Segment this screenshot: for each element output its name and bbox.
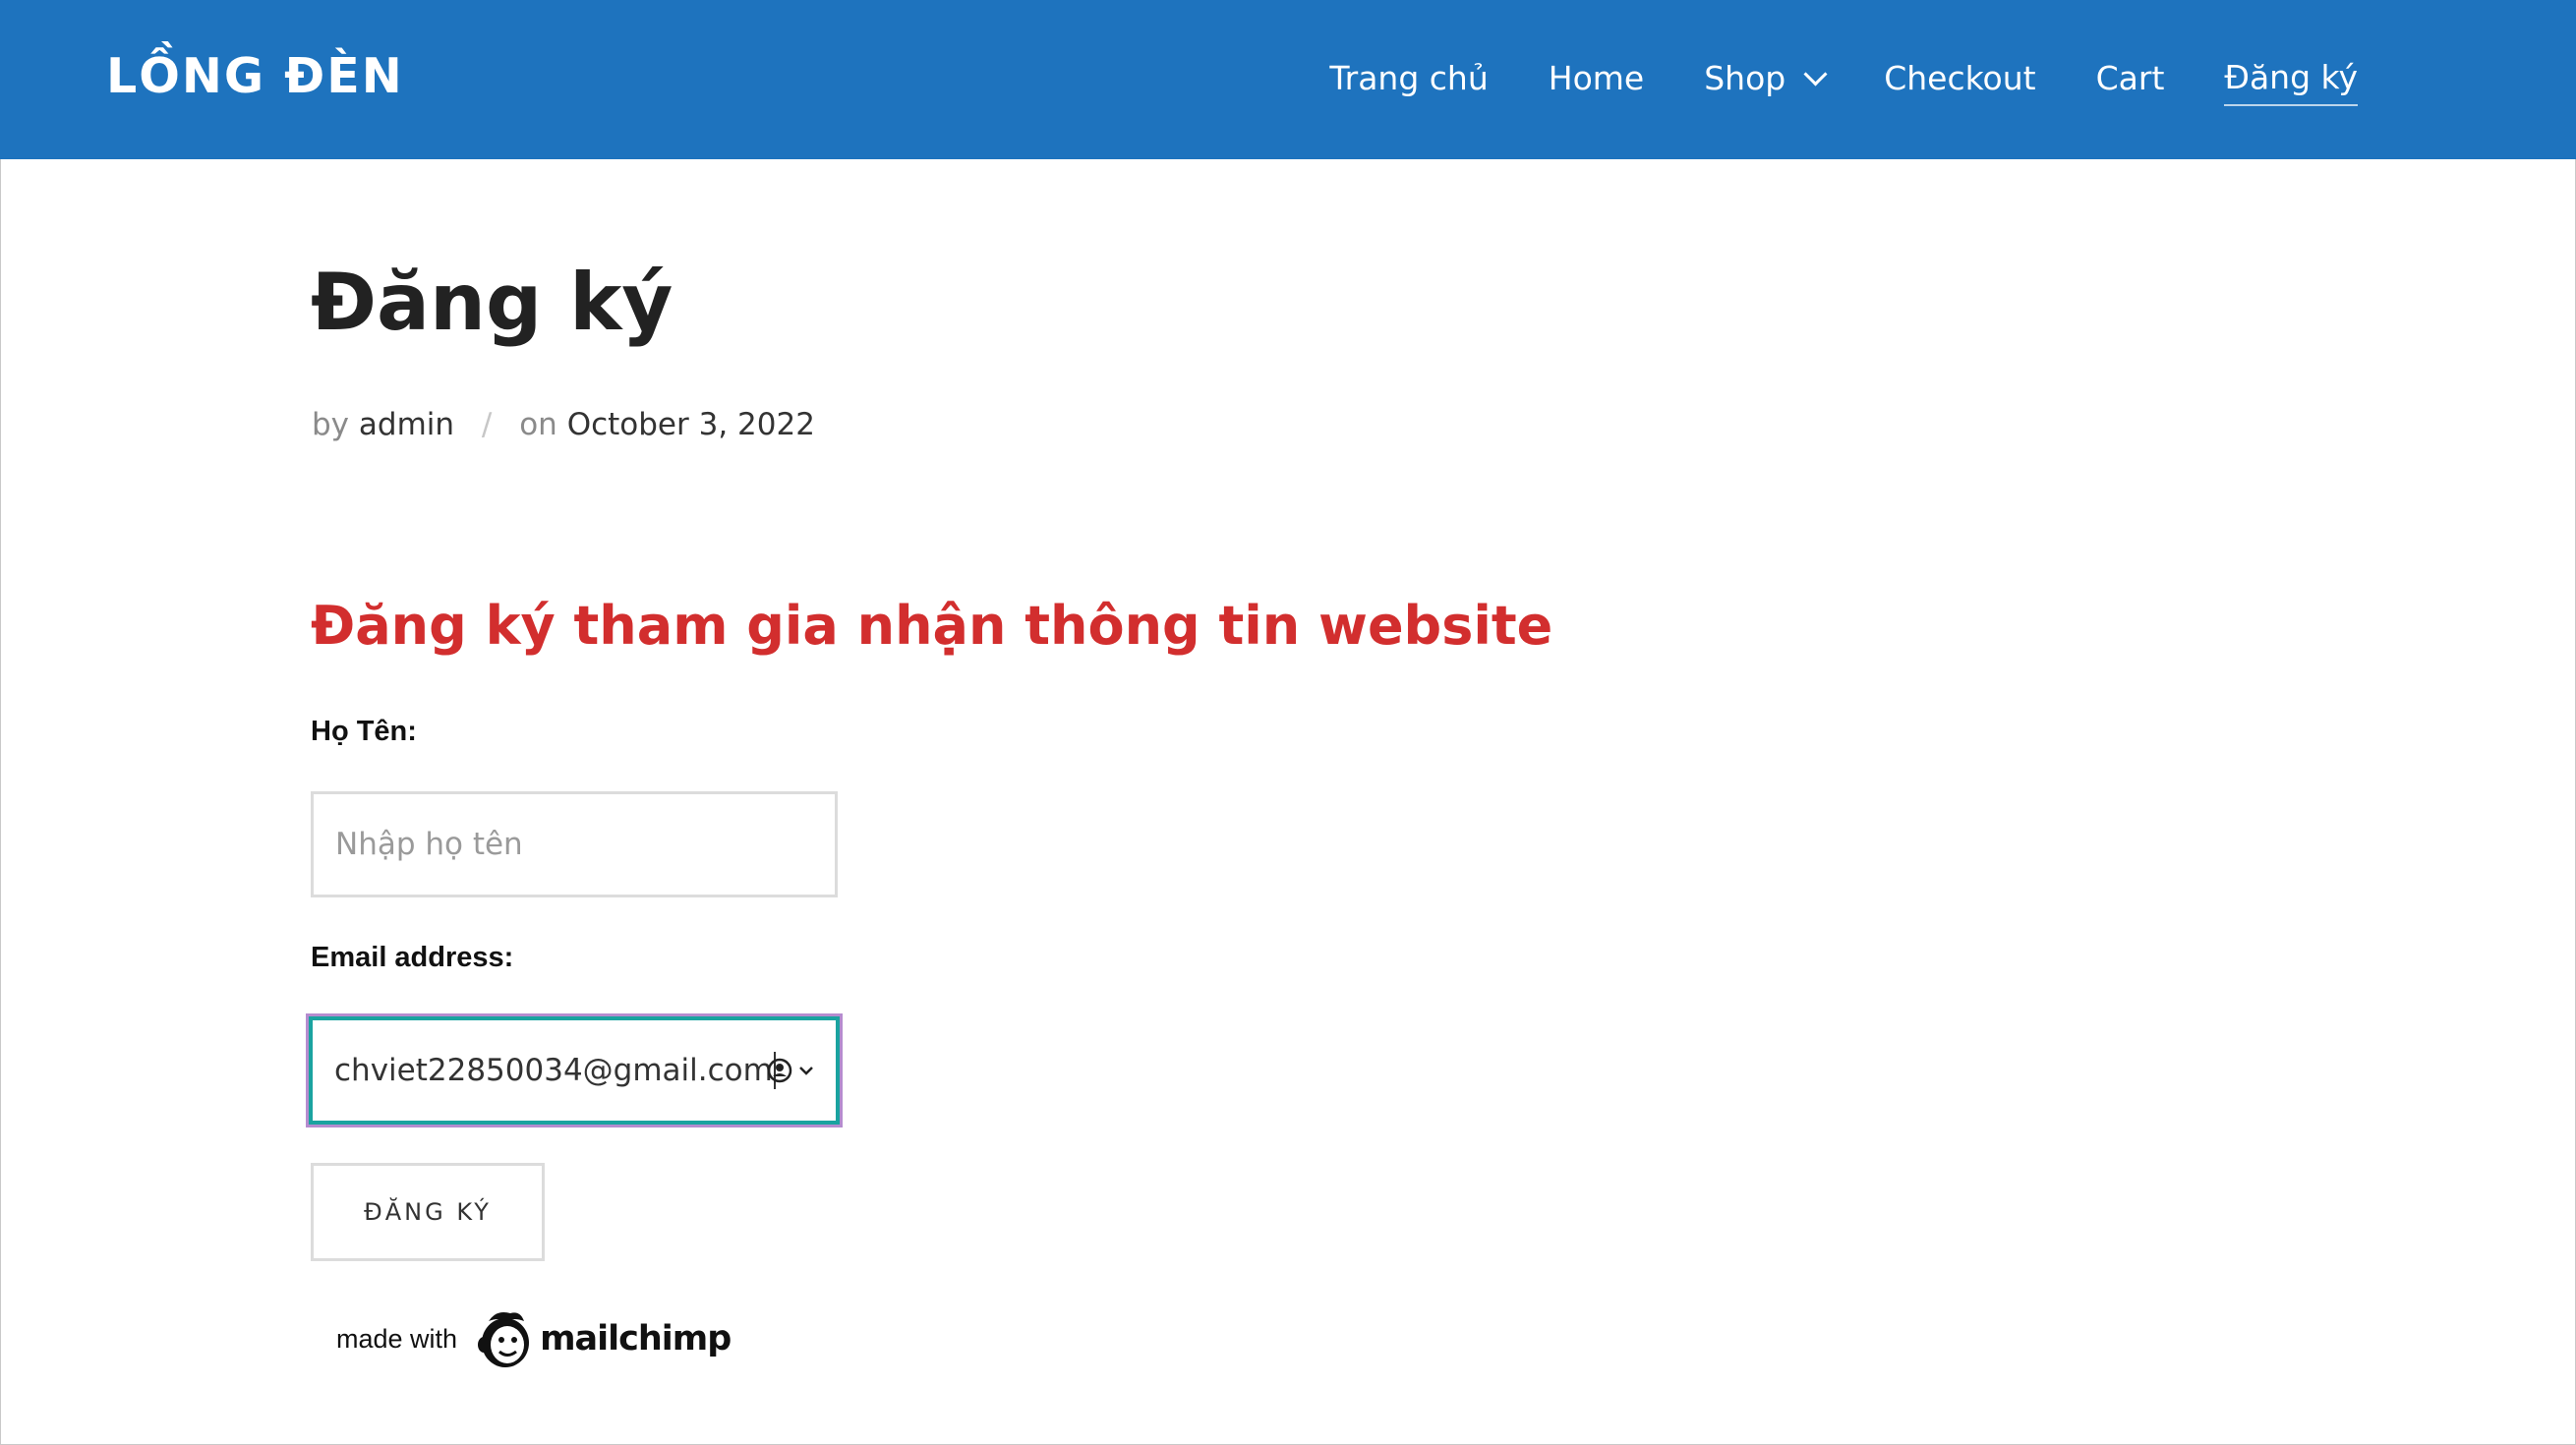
meta-date-link[interactable]: October 3, 2022 xyxy=(567,407,815,442)
nav-item-shop[interactable]: Shop xyxy=(1704,51,1828,106)
meta-on-text: on xyxy=(519,407,557,442)
name-field-label: Họ Tên: xyxy=(311,716,417,747)
nav-item-dang-ky[interactable]: Đăng ký xyxy=(2224,51,2358,106)
email-input[interactable]: chviet22850034@gmail.com xyxy=(309,1016,840,1125)
chevron-down-icon xyxy=(1803,61,1828,87)
email-field-label: Email address: xyxy=(311,942,514,973)
meta-by-text: by xyxy=(312,407,350,442)
site-title[interactable]: LỒNG ĐÈN xyxy=(106,45,404,108)
page-title: Đăng ký xyxy=(311,257,673,348)
mailchimp-badge[interactable]: made with mailchimp xyxy=(336,1307,732,1370)
nav-item-cart[interactable]: Cart xyxy=(2096,51,2165,106)
nav-item-checkout[interactable]: Checkout xyxy=(1884,51,2035,106)
meta-author-link[interactable]: admin xyxy=(359,407,454,442)
post-meta: by admin / on October 3, 2022 xyxy=(312,405,815,444)
signup-form-heading: Đăng ký tham gia nhận thông tin website xyxy=(311,595,1553,657)
autofill-contact-button[interactable] xyxy=(767,1058,814,1083)
contact-card-icon xyxy=(767,1058,792,1083)
chevron-down-icon xyxy=(799,1067,813,1075)
made-with-text: made with xyxy=(336,1323,458,1354)
name-input-placeholder: Nhập họ tên xyxy=(335,827,523,862)
meta-separator: / xyxy=(481,407,493,442)
nav-item-shop-label: Shop xyxy=(1704,59,1786,97)
mailchimp-wordmark: mailchimp xyxy=(540,1319,732,1358)
mailchimp-logo: mailchimp xyxy=(475,1307,732,1370)
nav-item-home[interactable]: Home xyxy=(1549,51,1644,106)
nav-item-trang-chu[interactable]: Trang chủ xyxy=(1329,51,1488,106)
email-input-value: chviet22850034@gmail.com xyxy=(334,1053,773,1088)
site-header: LỒNG ĐÈN Trang chủ Home Shop Checkout Ca… xyxy=(0,0,2576,159)
main-nav: Trang chủ Home Shop Checkout Cart Đăng k… xyxy=(1329,51,2358,106)
name-input[interactable]: Nhập họ tên xyxy=(311,791,838,897)
subscribe-button[interactable]: ĐĂNG KÝ xyxy=(311,1163,545,1261)
mailchimp-freddie-icon xyxy=(478,1312,530,1367)
